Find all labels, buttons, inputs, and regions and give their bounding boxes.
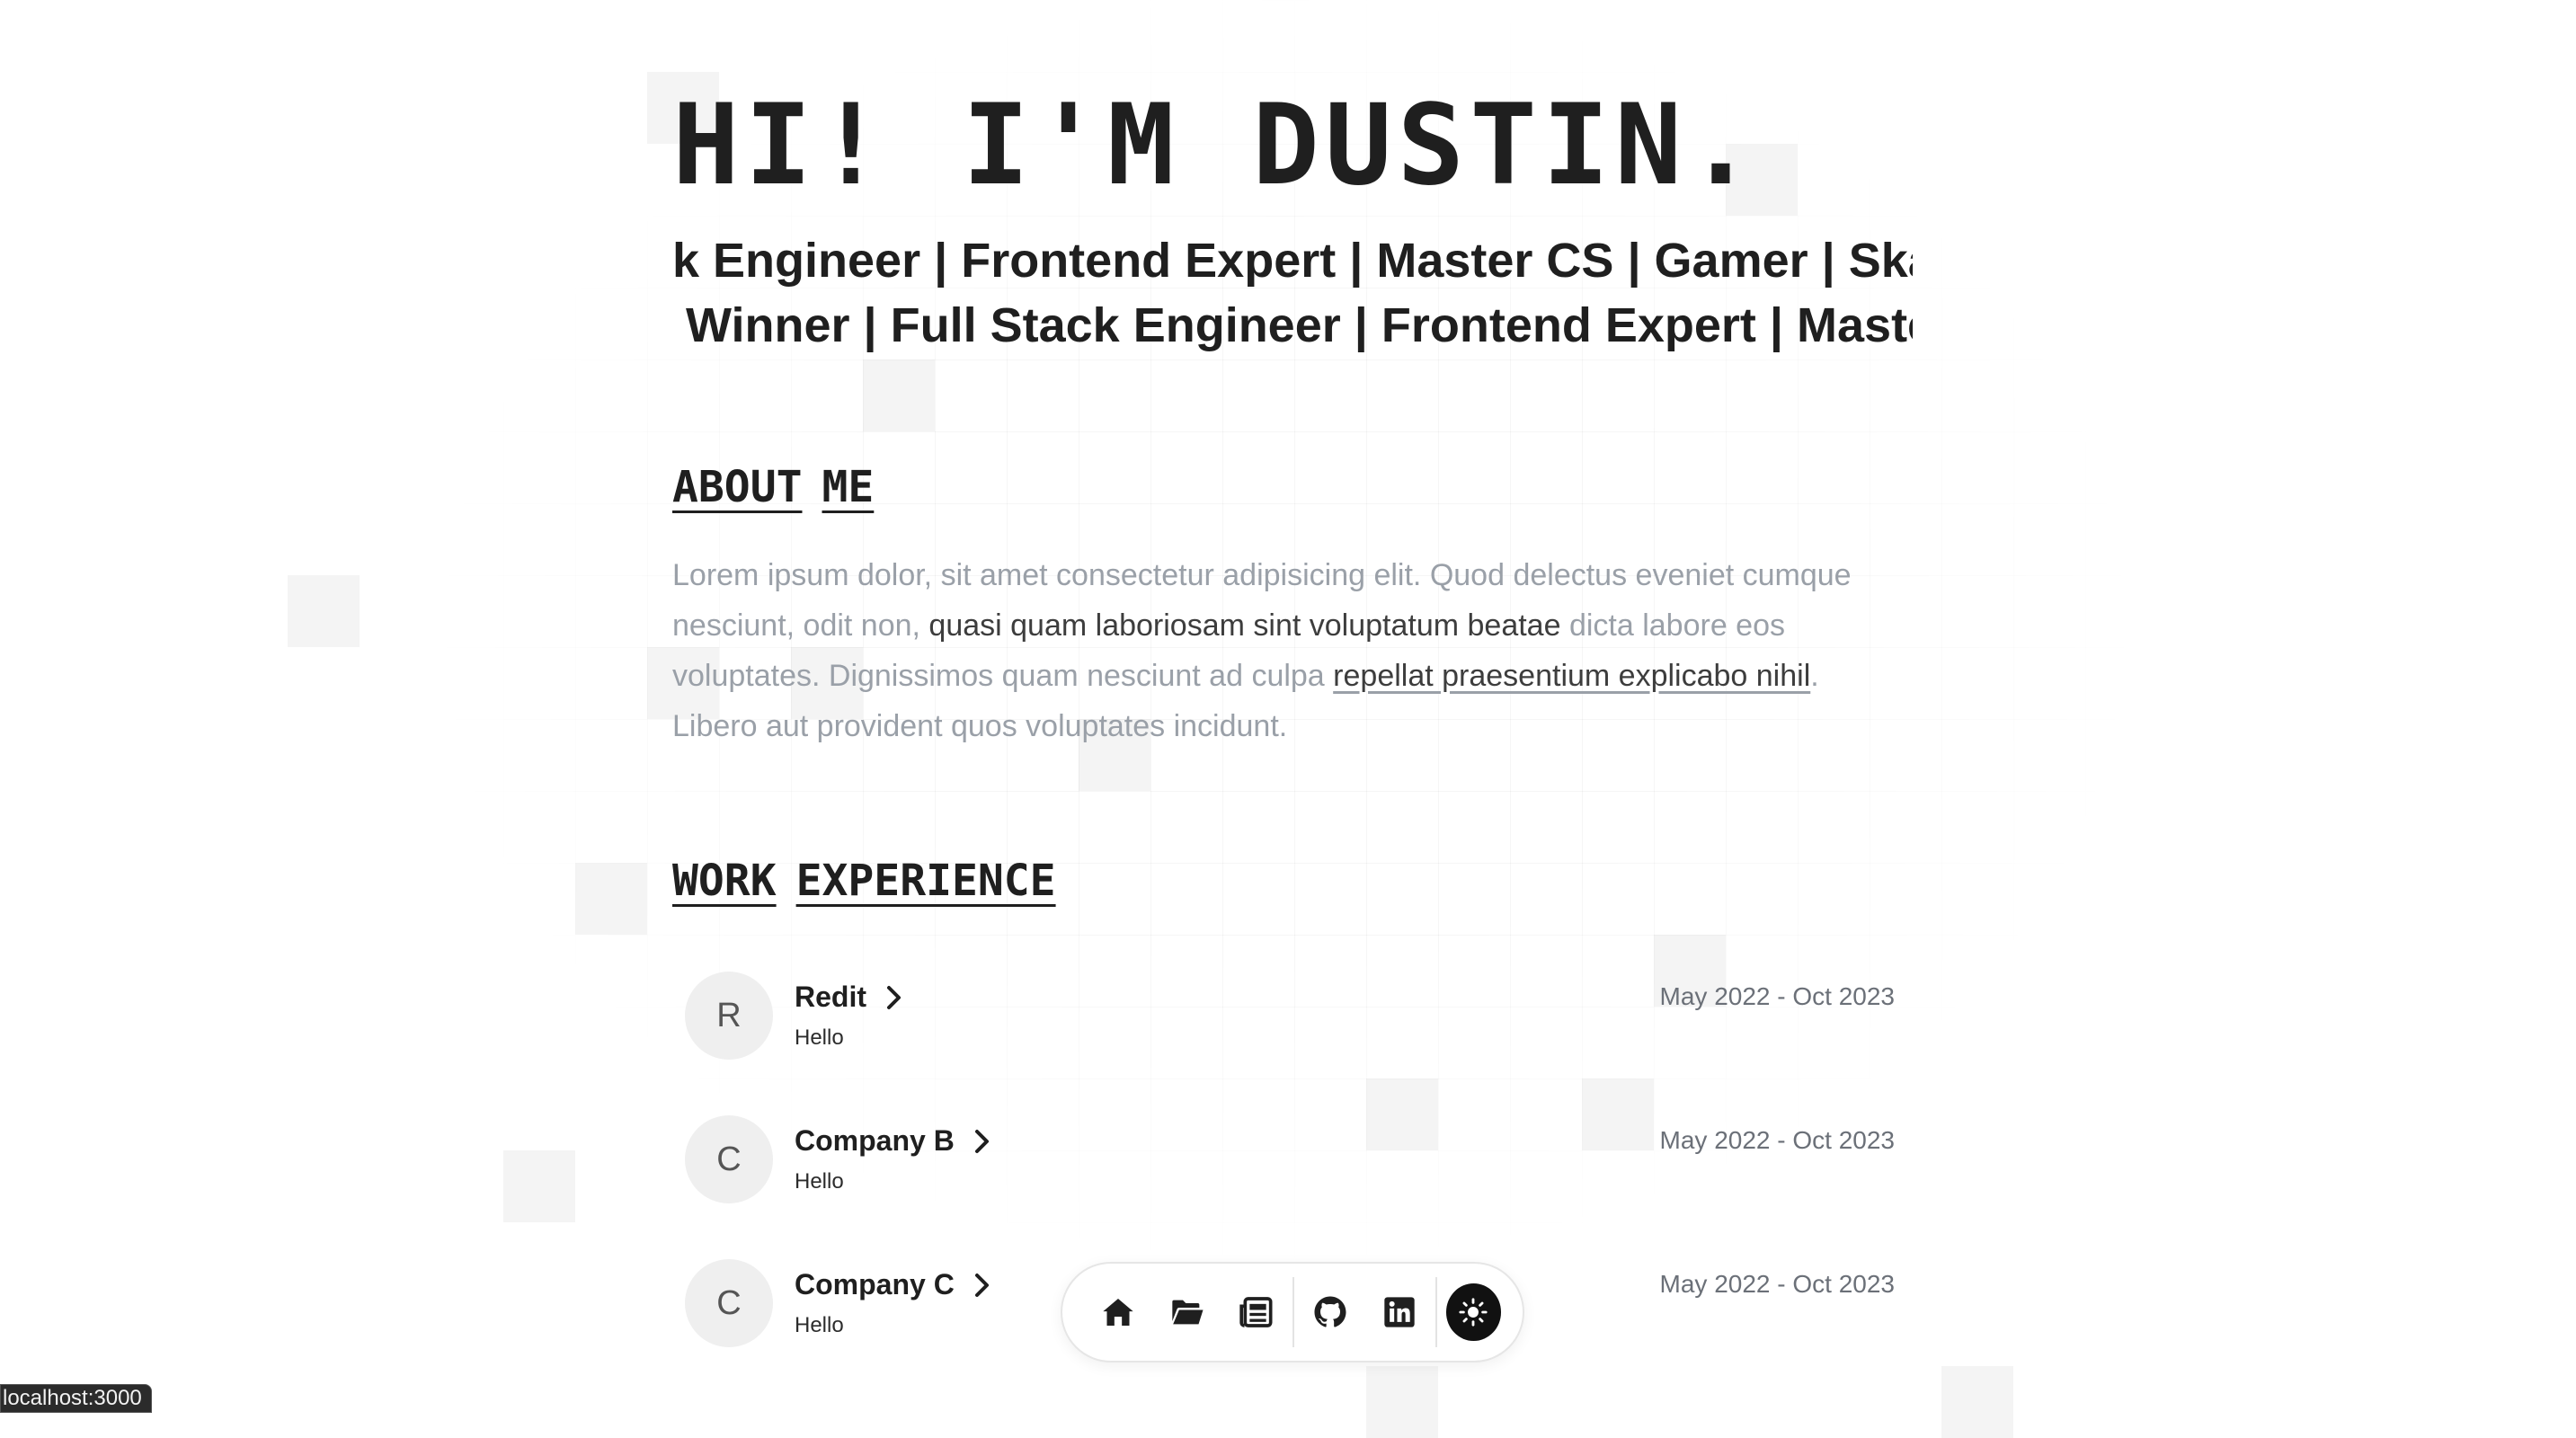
heading-word: WORK [672,856,777,906]
home-icon [1103,1299,1133,1326]
work-item: C Company B Hello May 2022 - Oct 2023 [685,1115,1913,1205]
heading-word: ABOUT [672,462,803,512]
chevron-right-icon [887,985,901,1009]
theme-toggle-button[interactable] [1445,1283,1501,1341]
newspaper-icon [1239,1297,1273,1327]
company-link[interactable]: Company B [795,1124,994,1158]
roles-marquee-bottom: Winner | Full Stack Engineer | Frontend … [672,297,1913,355]
company-avatar: C [685,1259,773,1347]
company-avatar: C [685,1115,773,1203]
employment-dates: May 2022 - Oct 2023 [1659,982,1895,1010]
linkedin-button[interactable] [1364,1276,1434,1348]
company-description: Hello [795,1025,844,1050]
heading-word: ME [822,462,875,512]
chevron-right-icon [974,1273,989,1297]
projects-button[interactable] [1153,1276,1222,1348]
linkedin-icon [1383,1297,1415,1327]
sun-icon [1459,1298,1488,1327]
github-button[interactable] [1296,1276,1365,1348]
about-heading: ABOUT ME [672,466,893,509]
company-name: Redit [795,981,866,1013]
grid-square [863,360,935,431]
about-emphasis: quasi quam laboriosam sint voluptatum be… [928,608,1561,643]
grid-square [1366,1366,1438,1438]
company-avatar: R [685,972,773,1060]
grid-square [503,1150,575,1222]
dock-divider [1435,1277,1437,1347]
work-experience-heading: WORK EXPERIENCE [672,859,1076,902]
home-button[interactable] [1084,1276,1153,1348]
github-icon [1314,1296,1346,1327]
company-name: Company B [795,1124,955,1157]
roles-marquee-top: k Engineer | Frontend Expert | Master CS… [672,232,1913,290]
status-bar-url: localhost:3000 [0,1384,152,1413]
folder-open-icon [1172,1300,1204,1325]
company-link[interactable]: Redit [795,981,906,1014]
blog-button[interactable] [1221,1276,1291,1348]
dock-divider [1292,1277,1294,1347]
grid-square [1941,1366,2013,1438]
grid-square [575,863,647,935]
about-link[interactable]: repellat praesentium explicabo nihil [1333,659,1810,693]
company-description: Hello [795,1169,844,1194]
company-name: Company C [795,1268,955,1300]
employment-dates: May 2022 - Oct 2023 [1659,1126,1895,1154]
heading-word: EXPERIENCE [795,856,1056,906]
roles-marquee-text: Winner | Full Stack Engineer | Frontend … [672,298,1913,352]
company-link[interactable]: Company C [795,1268,994,1301]
company-description: Hello [795,1313,844,1337]
hero-title: HI! I'M DUSTIN. [672,81,1760,210]
roles-marquee-text: k Engineer | Frontend Expert | Master CS… [672,234,1913,288]
work-item: R Redit Hello May 2022 - Oct 2023 [685,972,1913,1061]
chevron-right-icon [974,1129,989,1153]
grid-square [288,575,360,647]
employment-dates: May 2022 - Oct 2023 [1659,1270,1895,1298]
floating-dock [1061,1262,1524,1363]
about-paragraph: Lorem ipsum dolor, sit amet consectetur … [672,550,1877,751]
